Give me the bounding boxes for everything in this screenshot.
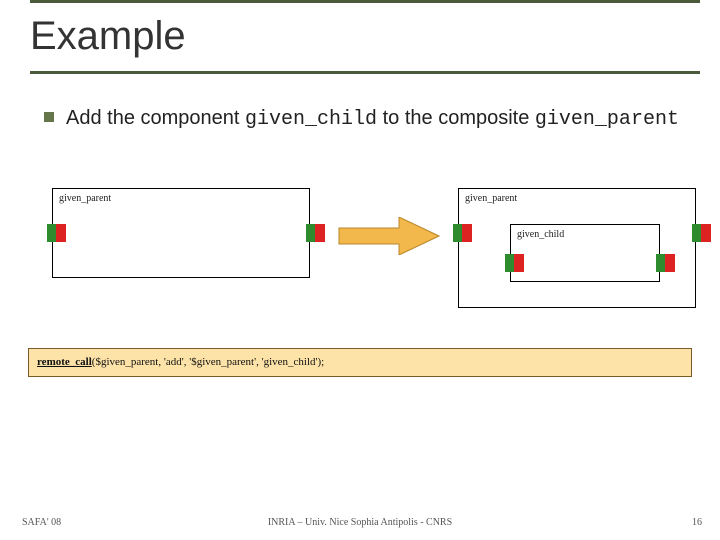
page-number: 16 xyxy=(692,517,702,528)
bullet-item: Add the component given_child to the com… xyxy=(44,105,690,133)
port-icon xyxy=(514,254,524,272)
port-icon xyxy=(701,224,711,242)
diagram-stage: given_parent given_parent given_child xyxy=(20,188,700,318)
title-wrap: Example xyxy=(30,14,700,74)
code-box: remote_call($given_parent, 'add', '$give… xyxy=(28,348,692,377)
child-box: given_child xyxy=(510,224,660,282)
code-args: ($given_parent, 'add', '$given_parent', … xyxy=(92,356,324,368)
header-rule xyxy=(30,0,700,3)
code-fn: remote_call xyxy=(37,356,92,368)
right-parent-label: given_parent xyxy=(465,193,517,204)
left-parent-box: given_parent xyxy=(52,188,310,278)
child-label: given_child xyxy=(517,229,564,240)
bullet-text-mid: to the composite xyxy=(377,107,535,129)
left-parent-label: given_parent xyxy=(59,193,111,204)
bullet-code-2: given_parent xyxy=(535,108,679,131)
square-bullet-icon xyxy=(44,112,54,122)
port-icon xyxy=(462,224,472,242)
bullet-text-pre: Add the component xyxy=(66,107,245,129)
port-icon xyxy=(315,224,325,242)
port-icon xyxy=(665,254,675,272)
footer-center: INRIA – Univ. Nice Sophia Antipolis - CN… xyxy=(0,517,720,528)
bullet-text: Add the component given_child to the com… xyxy=(66,105,679,133)
page-title: Example xyxy=(30,14,700,59)
bullet-code-1: given_child xyxy=(245,108,377,131)
port-icon xyxy=(56,224,66,242)
arrow-right-icon xyxy=(338,217,440,255)
